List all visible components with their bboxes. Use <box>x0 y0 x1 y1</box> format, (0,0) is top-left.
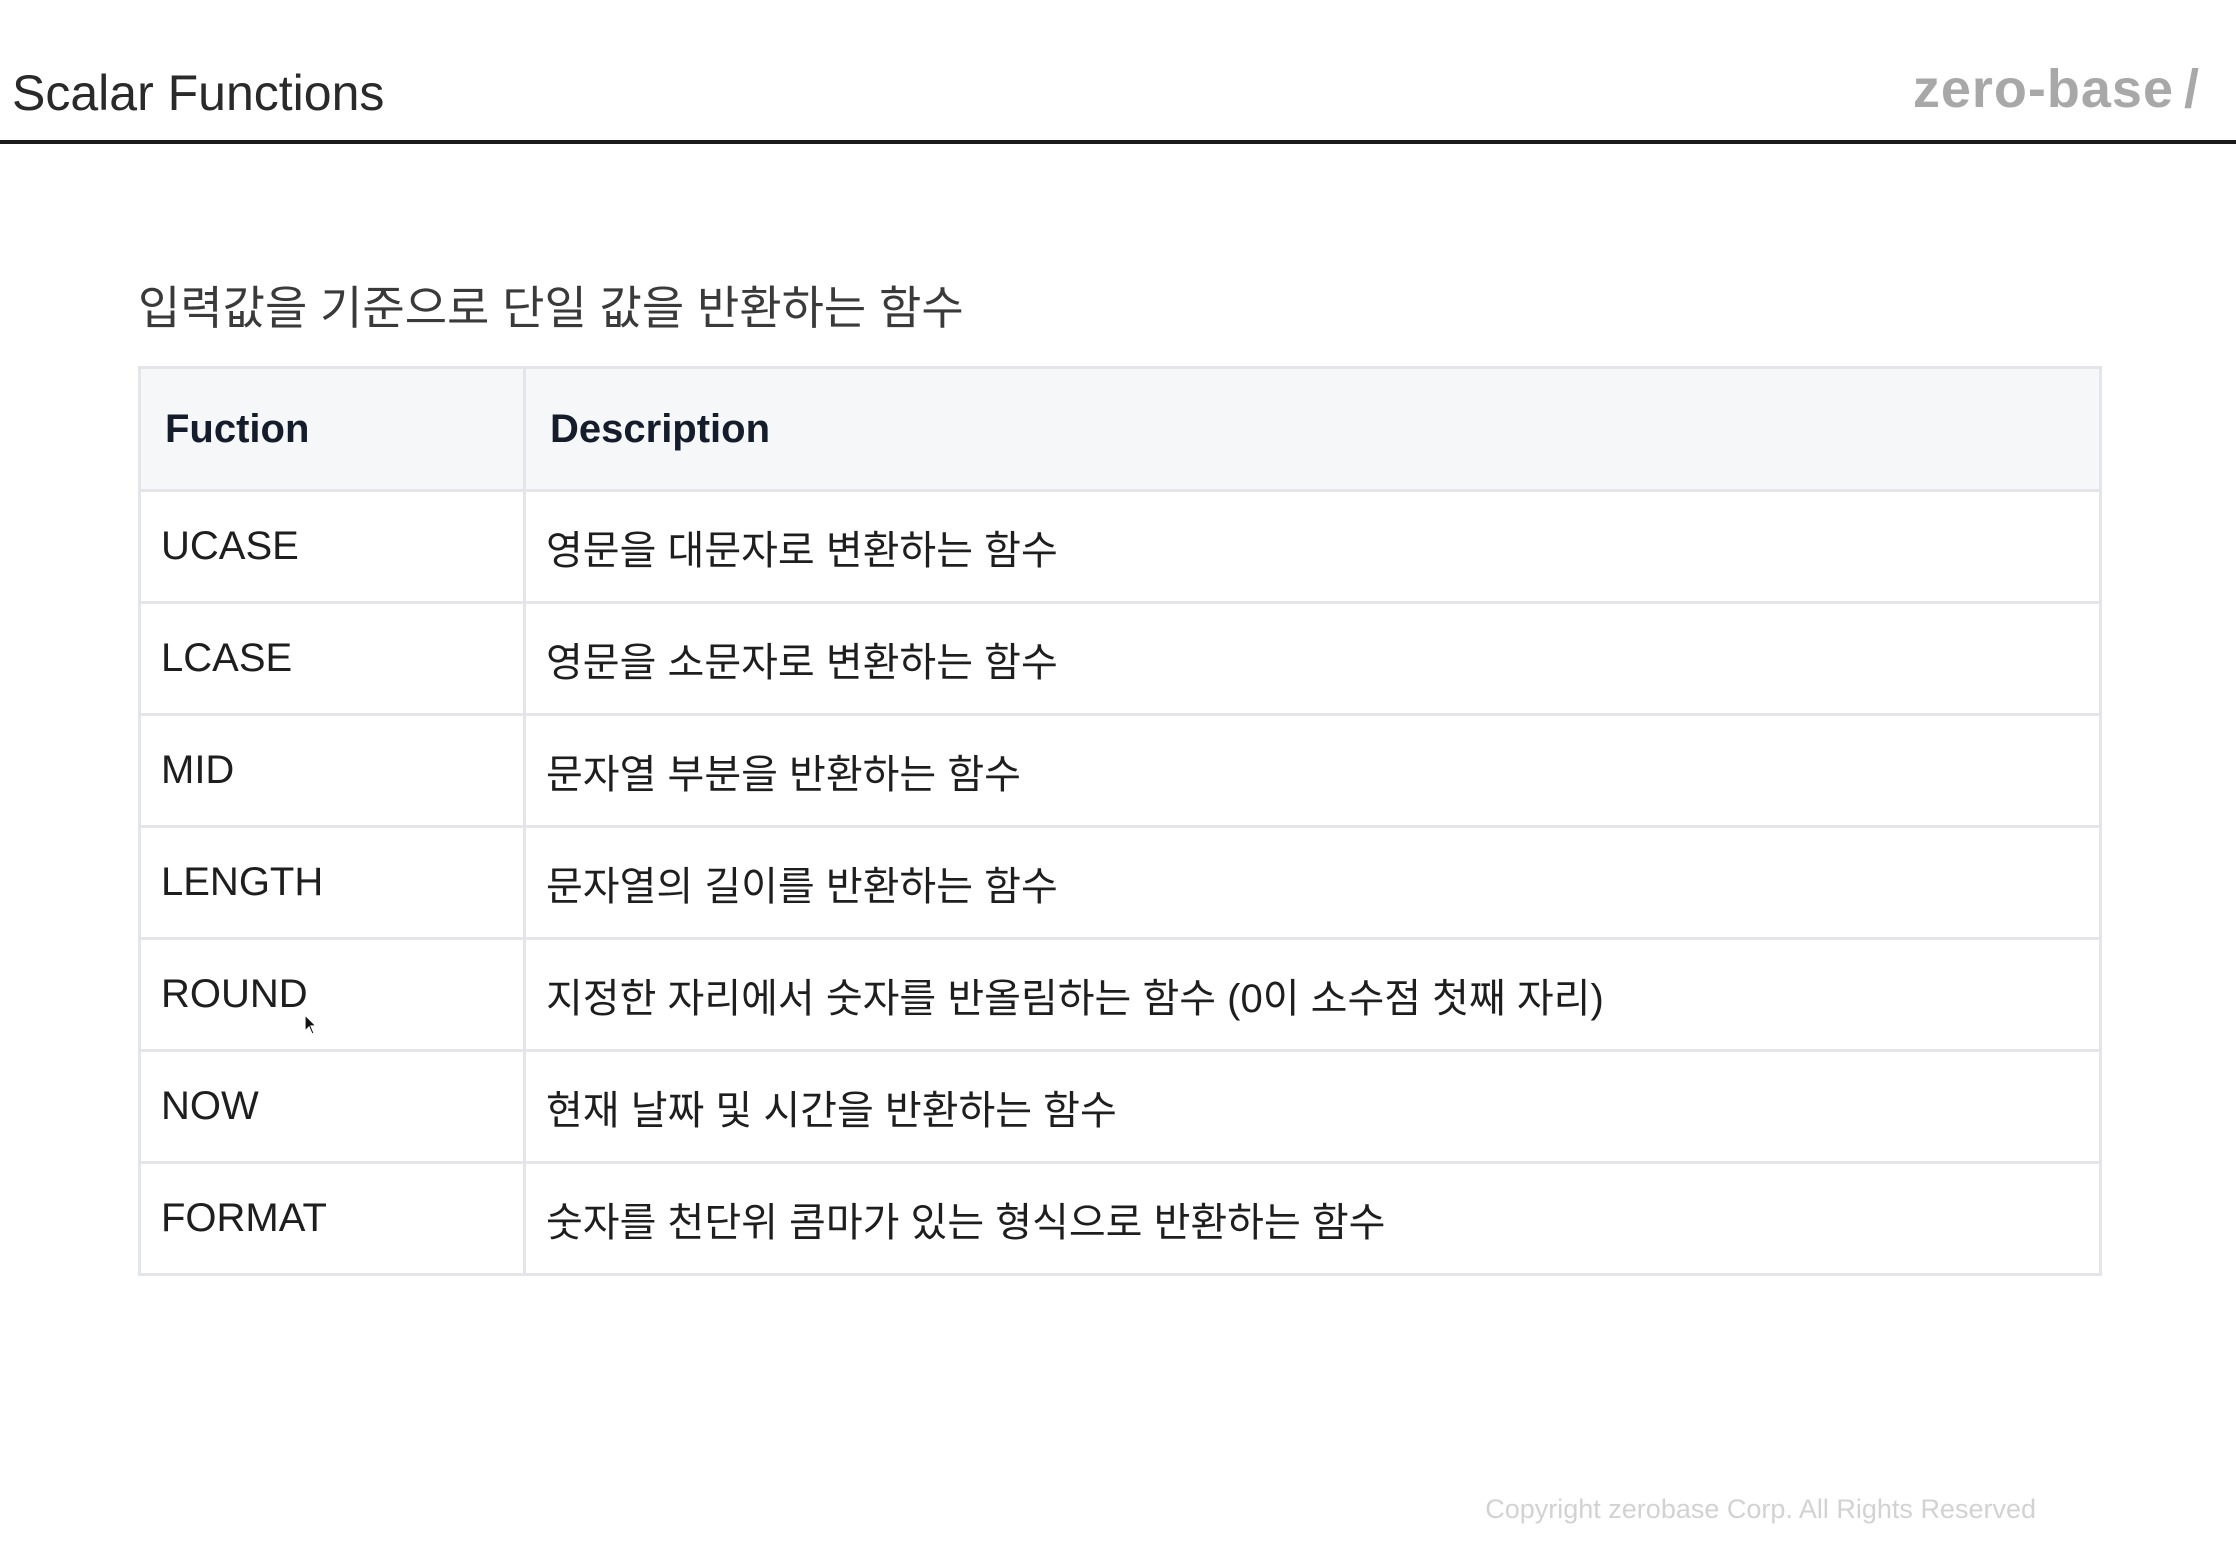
function-description-cell: 영문을 대문자로 변환하는 함수 <box>523 489 2102 604</box>
function-name-cell: ROUND <box>138 937 526 1052</box>
slide-subtitle: 입력값을 기준으로 단일 값을 반환하는 함수 <box>138 282 964 334</box>
table-row: MID 문자열 부분을 반환하는 함수 <box>138 713 2102 828</box>
function-description-cell: 영문을 소문자로 변환하는 함수 <box>523 601 2102 716</box>
table-row: FORMAT 숫자를 천단위 콤마가 있는 형식으로 반환하는 함수 <box>138 1161 2102 1276</box>
function-description-cell: 문자열 부분을 반환하는 함수 <box>523 713 2102 828</box>
page-title: Scalar Functions <box>12 65 385 121</box>
copyright-notice: Copyright zerobase Corp. All Rights Rese… <box>1485 1494 2036 1524</box>
function-description-cell: 문자열의 길이를 반환하는 함수 <box>523 825 2102 940</box>
table-row: LENGTH 문자열의 길이를 반환하는 함수 <box>138 825 2102 940</box>
function-name-cell: FORMAT <box>138 1161 526 1276</box>
function-description-cell: 지정한 자리에서 숫자를 반올림하는 함수 (0이 소수점 첫째 자리) <box>523 937 2102 1052</box>
slide-header: Scalar Functions zero-base / <box>0 0 2236 144</box>
function-name-cell: LCASE <box>138 601 526 716</box>
column-header-description: Description <box>523 366 2102 492</box>
table-row: UCASE 영문을 대문자로 변환하는 함수 <box>138 489 2102 604</box>
functions-table: Fuction Description UCASE 영문을 대문자로 변환하는 … <box>138 366 2102 1276</box>
mouse-pointer-icon <box>304 1014 318 1035</box>
function-name-cell: UCASE <box>138 489 526 604</box>
table-header-row: Fuction Description <box>138 366 2102 492</box>
brand-name: zero-base <box>1912 59 2174 119</box>
function-name-cell: NOW <box>138 1049 526 1164</box>
function-description-cell: 현재 날짜 및 시간을 반환하는 함수 <box>523 1049 2102 1164</box>
table-row: ROUND 지정한 자리에서 숫자를 반올림하는 함수 (0이 소수점 첫째 자… <box>138 937 2102 1052</box>
column-header-function: Fuction <box>138 366 526 492</box>
function-description-cell: 숫자를 천단위 콤마가 있는 형식으로 반환하는 함수 <box>523 1161 2102 1276</box>
brand-slash: / <box>2183 59 2200 119</box>
table-row: LCASE 영문을 소문자로 변환하는 함수 <box>138 601 2102 716</box>
function-name-cell: LENGTH <box>138 825 526 940</box>
function-name-cell: MID <box>138 713 526 828</box>
brand-logo: zero-base / <box>1913 58 2200 120</box>
table-row: NOW 현재 날짜 및 시간을 반환하는 함수 <box>138 1049 2102 1164</box>
